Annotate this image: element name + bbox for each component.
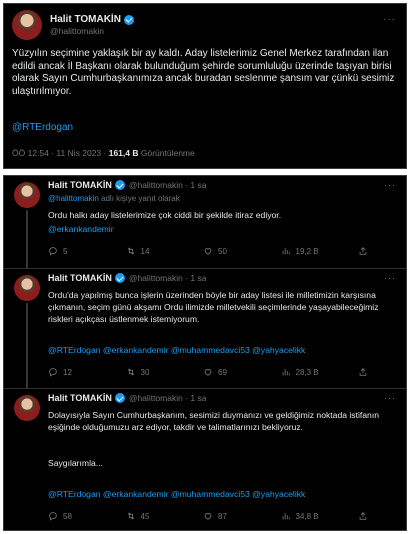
views-button[interactable]: 28,3 B (281, 367, 359, 377)
handle-time[interactable]: @halittomakin · 1 sa (129, 180, 207, 190)
verified-badge-icon (114, 180, 125, 190)
handle-time[interactable]: @halittomakin · 1 sa (129, 273, 207, 283)
avatar[interactable] (14, 395, 40, 421)
avatar[interactable] (14, 182, 40, 208)
heart-icon (204, 513, 212, 520)
retweet-button[interactable]: 30 (126, 367, 204, 377)
reply-count: 12 (63, 367, 72, 377)
tweet-text: Dolayısıyla Sayın Cumhurbaşkanım, sesimi… (48, 410, 380, 432)
tweet-closing: Saygılarımla... (48, 458, 103, 468)
author-handle[interactable]: @halittomakin (50, 26, 134, 36)
tweet-text: Ordu'da yapılmış bunca işlerin üzerinden… (48, 290, 379, 324)
reply-icon (49, 512, 57, 521)
like-button[interactable]: 69 (203, 367, 281, 377)
author-name[interactable]: Halit TOMAKİN (48, 393, 112, 403)
thread-connector (26, 303, 28, 388)
avatar[interactable] (12, 10, 42, 40)
views-chart-icon (282, 369, 290, 376)
share-button[interactable] (358, 246, 378, 256)
view-count: 19,2 B (295, 246, 319, 256)
thread-tweet-2[interactable]: Halit TOMAKİN @halittomakin · 1 sa ··· O… (4, 269, 406, 388)
view-count: 161,4 B (108, 148, 139, 158)
verified-badge-icon (123, 14, 134, 25)
view-label: Görüntülenme (140, 148, 195, 158)
reply-icon (49, 247, 57, 256)
reply-button[interactable]: 5 (48, 246, 126, 256)
retweet-count: 30 (140, 367, 150, 377)
verified-badge-icon (114, 273, 125, 283)
reply-button[interactable]: 12 (48, 367, 126, 377)
handle-time[interactable]: @halittomakin · 1 sa (129, 393, 207, 403)
mention-links[interactable]: @RTErdogan @erkankandemir @muhammedavci5… (48, 345, 305, 355)
like-count: 50 (218, 246, 227, 256)
retweet-icon (127, 247, 134, 255)
views-chart-icon (282, 248, 290, 255)
thread-tweet-1[interactable]: Halit TOMAKİN @halittomakin · 1 sa ··· @… (4, 176, 406, 268)
tweet-text: Yüzyılın seçimine yaklaşık bir ay kaldı.… (12, 48, 395, 97)
tweet-meta: ÖÖ 12:54 · 11 Nis 2023 · 161,4 B Görüntü… (12, 148, 195, 158)
view-count: 34,8 B (295, 511, 319, 521)
share-button[interactable] (358, 511, 378, 521)
heart-icon (204, 248, 212, 255)
like-button[interactable]: 50 (203, 246, 281, 256)
tweet-text: Ordu halkı aday listelerimize çok ciddi … (48, 210, 282, 220)
tweet-actions: 5 14 50 19,2 B (48, 246, 378, 256)
thread-card: Halit TOMAKİN @halittomakin · 1 sa ··· @… (3, 175, 407, 531)
reply-count: 5 (63, 246, 68, 256)
retweet-count: 45 (140, 511, 150, 521)
tweet-timestamp[interactable]: ÖÖ 12:54 · 11 Nis 2023 · (12, 148, 106, 158)
author-name[interactable]: Halit TOMAKİN (50, 14, 121, 25)
author-name[interactable]: Halit TOMAKİN (48, 180, 112, 190)
thread-connector (26, 210, 28, 268)
mention-links[interactable]: @RTErdogan @erkankandemir @muhammedavci5… (48, 489, 305, 499)
avatar[interactable] (14, 275, 40, 301)
author-name[interactable]: Halit TOMAKİN (48, 273, 112, 283)
more-options-icon[interactable]: ··· (383, 14, 396, 25)
more-options-icon[interactable]: ··· (384, 273, 396, 283)
like-button[interactable]: 87 (203, 511, 281, 521)
reply-button[interactable]: 58 (48, 511, 126, 521)
reply-context: @halittomakin adlı kişiye yanıt olarak (48, 194, 180, 203)
like-count: 69 (218, 367, 227, 377)
views-chart-icon (282, 513, 290, 520)
main-tweet-header: Halit TOMAKİN @halittomakin (12, 10, 134, 40)
tweet-actions: 58 45 87 34,8 B (48, 511, 378, 521)
share-icon (359, 512, 367, 520)
more-options-icon[interactable]: ··· (384, 180, 396, 190)
view-count: 28,3 B (295, 367, 319, 377)
reply-to-handle[interactable]: @halittomakin (48, 194, 99, 203)
main-tweet-card: Halit TOMAKİN @halittomakin ··· Yüzyılın… (3, 3, 407, 169)
verified-badge-icon (114, 393, 125, 403)
retweet-button[interactable]: 14 (126, 246, 204, 256)
retweet-icon (127, 368, 134, 376)
retweet-icon (127, 512, 134, 520)
retweet-button[interactable]: 45 (126, 511, 204, 521)
retweet-count: 14 (140, 246, 150, 256)
views-button[interactable]: 34,8 B (281, 511, 359, 521)
share-button[interactable] (358, 367, 378, 377)
like-count: 87 (218, 511, 227, 521)
share-icon (359, 368, 367, 376)
share-icon (359, 247, 367, 255)
mention-link[interactable]: @RTErdogan (12, 122, 73, 133)
more-options-icon[interactable]: ··· (384, 393, 396, 403)
reply-count: 58 (63, 511, 72, 521)
tweet-actions: 12 30 69 28,3 B (48, 367, 378, 377)
mention-links[interactable]: @erkankandemir (48, 224, 114, 234)
views-button[interactable]: 19,2 B (281, 246, 359, 256)
heart-icon (204, 369, 212, 376)
thread-tweet-3[interactable]: Halit TOMAKİN @halittomakin · 1 sa ··· D… (4, 389, 406, 530)
reply-icon (49, 368, 57, 377)
